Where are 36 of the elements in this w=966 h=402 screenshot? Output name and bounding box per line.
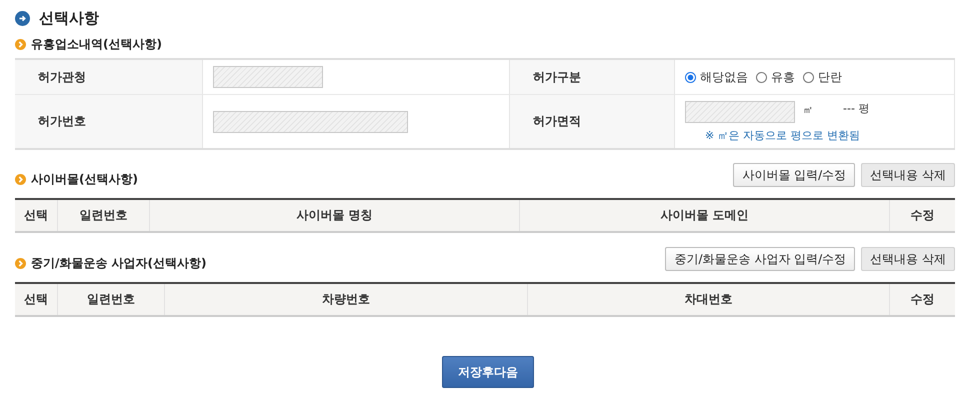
- radio-button[interactable]: [756, 72, 767, 82]
- edit-button[interactable]: 사이버몰 입력/수정: [733, 163, 856, 187]
- column-header: 일련번호: [58, 200, 150, 231]
- bullet-icon: [15, 174, 26, 185]
- column-header: 일련번호: [58, 284, 165, 315]
- edit-button[interactable]: 중기/화물운송 사업자 입력/수정: [665, 247, 856, 271]
- save-next-button[interactable]: 저장후다음: [442, 356, 534, 388]
- field-label: 허가관청: [15, 60, 203, 95]
- radio-label: 단란: [818, 68, 842, 86]
- delete-button[interactable]: 선택내용 삭제: [861, 247, 955, 271]
- field-label: 허가면적: [510, 95, 675, 148]
- subsection-heading: 중기/화물운송 사업자(선택사항): [31, 255, 207, 272]
- bullet-icon: [15, 38, 26, 50]
- radio-button[interactable]: [685, 72, 696, 82]
- column-header: 차량번호: [165, 284, 528, 315]
- column-header: 수정: [910, 291, 936, 308]
- radio-button[interactable]: [803, 72, 814, 82]
- column-header: 차대번호: [528, 284, 890, 315]
- conversion-note: ※ ㎡은 자동으로 평으로 변환됨: [705, 128, 860, 142]
- subsection-heading: 사이버몰(선택사항): [31, 171, 138, 188]
- unit-label: ㎡: [803, 104, 813, 116]
- arrow-circle-icon: [15, 10, 30, 26]
- section-title: 선택사항: [39, 8, 99, 28]
- radio-label: 유흥: [771, 68, 795, 86]
- converted-value: --- 평: [843, 100, 870, 116]
- subsection-heading: 유흥업소내역(선택사항): [31, 36, 162, 52]
- column-header: 선택: [15, 284, 58, 315]
- column-header: 사이버몰 도메인: [520, 200, 890, 231]
- bullet-icon: [15, 258, 26, 269]
- column-header: 수정: [910, 207, 936, 224]
- field-label: 허가구분: [510, 60, 675, 95]
- radio-label: 해당없음: [700, 68, 748, 86]
- delete-button[interactable]: 선택내용 삭제: [861, 163, 955, 187]
- field-label: 허가번호: [15, 95, 203, 148]
- column-header: 사이버몰 명칭: [150, 200, 520, 231]
- column-header: 선택: [15, 200, 58, 231]
